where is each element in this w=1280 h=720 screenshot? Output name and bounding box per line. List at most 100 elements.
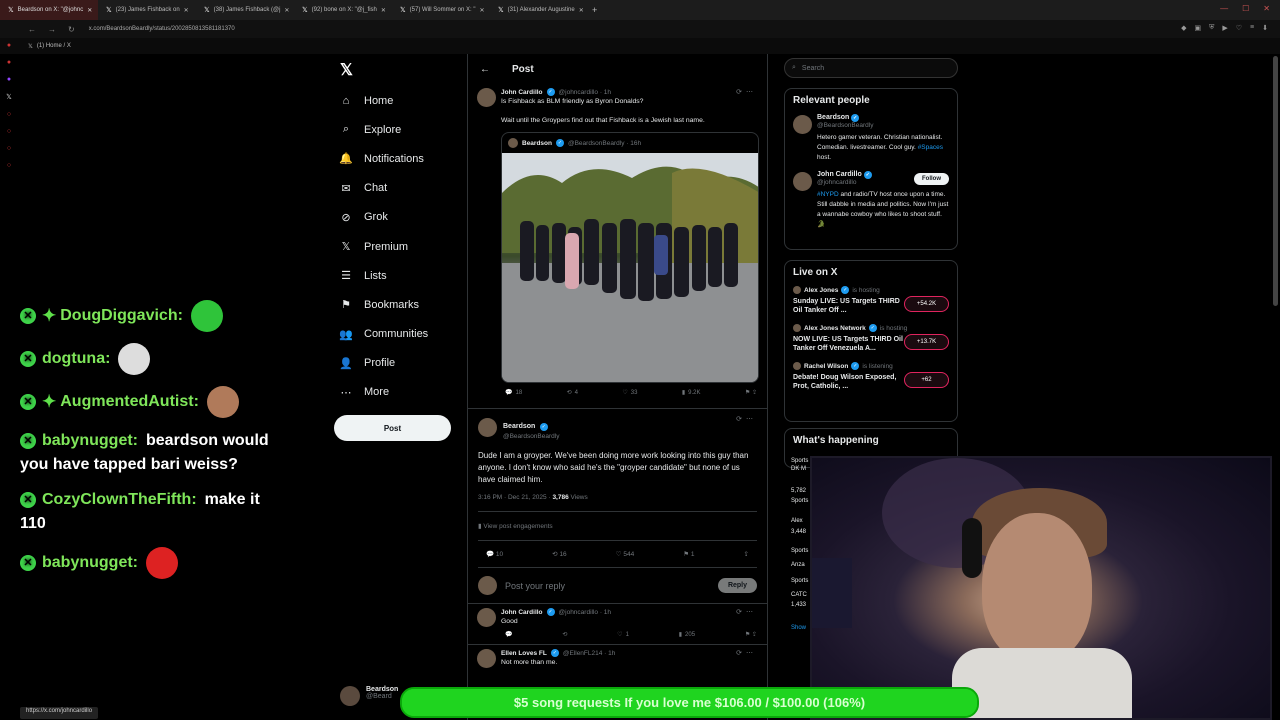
close-tab-icon[interactable]: ✕ (579, 7, 584, 14)
close-tab-icon[interactable]: ✕ (87, 7, 92, 14)
follow-button[interactable]: Follow (914, 173, 949, 185)
live-item[interactable]: Alex Jones Network ✓ is hosting NOW LIVE: U… (793, 324, 949, 353)
reply-button[interactable]: 💬 10 (486, 550, 503, 558)
close-window-button[interactable]: ✕ (1263, 4, 1270, 13)
url-field[interactable]: x.com/BeardsonBeardly/status/20028508135… (89, 26, 235, 32)
minimize-button[interactable]: — (1220, 4, 1228, 13)
reply-input[interactable]: Post your reply (505, 581, 710, 591)
nav-item-notifications[interactable]: 🔔 Notifications (338, 144, 468, 173)
browser-tab[interactable]: 𝕏 (57) Will Sommer on X: " ✕ (392, 0, 490, 20)
extension-icon[interactable]: ◆ (1181, 24, 1186, 32)
reload-icon[interactable]: ↻ (68, 25, 75, 34)
reply-tweet[interactable]: Ellen Loves FL ✓ @EllenFL214 · 1h ⟳⋯ Not… (468, 645, 767, 670)
nav-item-explore[interactable]: ⌕ Explore (338, 115, 468, 144)
reply-button[interactable]: 💬 18 (505, 389, 522, 397)
sidebar-app-icon[interactable]: ● (7, 42, 11, 49)
nav-item-more[interactable]: ⋯ More (338, 378, 468, 407)
close-tab-icon[interactable]: ✕ (284, 7, 289, 14)
bookmark-button[interactable]: ⚑ ⇪ (745, 389, 757, 396)
panel-title: Relevant people (793, 95, 870, 106)
like-button[interactable]: ♡ 1 (617, 631, 629, 639)
back-arrow-icon[interactable]: ← (480, 64, 490, 75)
reply-button[interactable]: 💬 (505, 631, 512, 638)
like-button[interactable]: ♡ 33 (622, 389, 637, 397)
x-logo-icon[interactable]: 𝕏 (6, 93, 12, 101)
repost-button[interactable]: ⟲ 16 (552, 550, 567, 558)
new-tab-button[interactable]: + (592, 5, 597, 15)
nav-item-bookmarks[interactable]: ⚑ Bookmarks (338, 290, 468, 319)
chat-username[interactable]: AugmentedAutist: (60, 393, 199, 410)
author-name[interactable]: John Cardillo (501, 609, 543, 616)
live-item[interactable]: Alex Jones ✓ is hosting Sunday LIVE: US Tar… (793, 286, 949, 315)
chat-username[interactable]: CozyClownTheFifth: (42, 491, 197, 508)
sidebar-app-icon[interactable]: ○ (7, 145, 11, 152)
browser-tab[interactable]: 𝕏 (23) James Fishback on ✕ (98, 0, 196, 20)
sidebar-app-icon[interactable]: ○ (7, 162, 11, 169)
tweet-photo[interactable] (502, 153, 758, 382)
quote-tweet[interactable]: Beardson ✓ @BeardsonBeardly · 16h (501, 132, 759, 383)
author-name[interactable]: John Cardillo (501, 89, 543, 96)
repost-button[interactable]: ⟲ 4 (567, 389, 578, 397)
nav-item-grok[interactable]: ⊘ Grok (338, 203, 468, 232)
browser-tab[interactable]: 𝕏 Beardson on X: "@johnc ✕ (0, 0, 98, 20)
browser-tab[interactable]: 𝕏 (38) James Fishback (@j ✕ (196, 0, 294, 20)
search-input[interactable]: ⌕ Search (784, 58, 958, 78)
bookmark-button[interactable]: ⚑ 1 (683, 550, 694, 558)
bookmark-item[interactable]: (1) Home / X (37, 43, 71, 49)
post-engagements-link[interactable]: ▮ View post engagements (478, 522, 757, 541)
more-icon[interactable]: ⟳⋯ (736, 88, 757, 96)
extension-icon[interactable]: ▣ (1194, 24, 1201, 32)
maximize-button[interactable]: ☐ (1242, 4, 1249, 13)
tweet-timestamp[interactable]: 3:16 PM · Dec 21, 2025 · (478, 494, 551, 501)
chat-username[interactable]: dogtuna: (42, 350, 110, 367)
x-logo-icon[interactable]: 𝕏 (340, 60, 353, 80)
back-icon[interactable]: ← (28, 25, 36, 34)
more-icon[interactable]: ⟳⋯ (736, 415, 757, 423)
browser-tab[interactable]: 𝕏 (31) Alexander Augustine ✕ (490, 0, 588, 20)
sidebar-app-icon[interactable]: ● (7, 59, 11, 66)
nav-item-home[interactable]: ⌂ Home (338, 86, 468, 115)
close-tab-icon[interactable]: ✕ (184, 7, 189, 14)
share-icon[interactable]: ⇪ (744, 550, 749, 558)
author-name[interactable]: Beardson (503, 423, 535, 430)
person-card[interactable]: John Cardillo ✓ @johncardillo Follow #NY… (793, 171, 949, 230)
parent-tweet[interactable]: John Cardillo ✓ @johncardillo · 1h ⟳⋯ Is… (468, 84, 767, 400)
shield-icon[interactable]: ⛨ (1209, 24, 1214, 32)
play-icon[interactable]: ▶ (1222, 24, 1227, 32)
reply-tweet[interactable]: John Cardillo ✓ @johncardillo · 1h ⟳⋯ Go… (468, 604, 767, 645)
repost-button[interactable]: ⟲ (562, 631, 567, 638)
menu-icon[interactable]: ≡ (1250, 24, 1254, 32)
sidebar-app-icon[interactable]: ○ (7, 111, 11, 118)
nav-item-premium[interactable]: 𝕏 Premium (338, 232, 468, 261)
nav-item-chat[interactable]: ✉ Chat (338, 174, 468, 203)
heart-icon[interactable]: ♡ (1236, 24, 1242, 32)
more-icon[interactable]: ⟳⋯ (736, 649, 757, 657)
views-button[interactable]: ▮ 205 (679, 631, 695, 639)
bookmark-button[interactable]: ⚑ ⇪ (745, 631, 757, 638)
views-button[interactable]: ▮ 9.2K (682, 389, 701, 397)
scrollbar[interactable] (1273, 56, 1278, 306)
primary-nav: ⌂ Home ⌕ Explore 🔔 Notifications ✉ Chat ⊘ Grok 𝕏 Pr… (338, 86, 468, 407)
account-switcher[interactable]: Beardson @Beard (340, 686, 398, 706)
author-name[interactable]: Ellen Loves FL (501, 650, 547, 657)
live-item[interactable]: Rachel Wilson ✓ is listening Debate! Doug W… (793, 362, 949, 391)
close-tab-icon[interactable]: ✕ (479, 7, 484, 14)
reply-button[interactable]: Reply (717, 578, 757, 593)
more-icon[interactable]: ⟳⋯ (736, 608, 757, 616)
nav-item-communities[interactable]: 👥 Communities (338, 320, 468, 349)
nav-item-lists[interactable]: ☰ Lists (338, 261, 468, 290)
avatar[interactable] (478, 418, 497, 437)
download-icon[interactable]: ⬇ (1262, 24, 1268, 32)
person-card[interactable]: Beardson ✓ @BeardsonBeardly Hetero gamer… (793, 114, 949, 163)
sidebar-app-icon[interactable]: ● (7, 76, 11, 83)
nav-item-profile[interactable]: 👤 Profile (338, 349, 468, 378)
post-button[interactable]: Post (334, 415, 451, 441)
forward-icon[interactable]: → (48, 25, 56, 34)
like-button[interactable]: ♡ 544 (616, 550, 635, 558)
chat-username[interactable]: babynugget: (42, 554, 138, 571)
close-tab-icon[interactable]: ✕ (381, 7, 386, 14)
chat-username[interactable]: babynugget: (42, 432, 138, 449)
sidebar-app-icon[interactable]: ○ (7, 128, 11, 135)
chat-username[interactable]: DougDiggavich: (60, 307, 183, 324)
browser-tab[interactable]: 𝕏 (92) bone on X: "@j_fish ✕ (294, 0, 392, 20)
